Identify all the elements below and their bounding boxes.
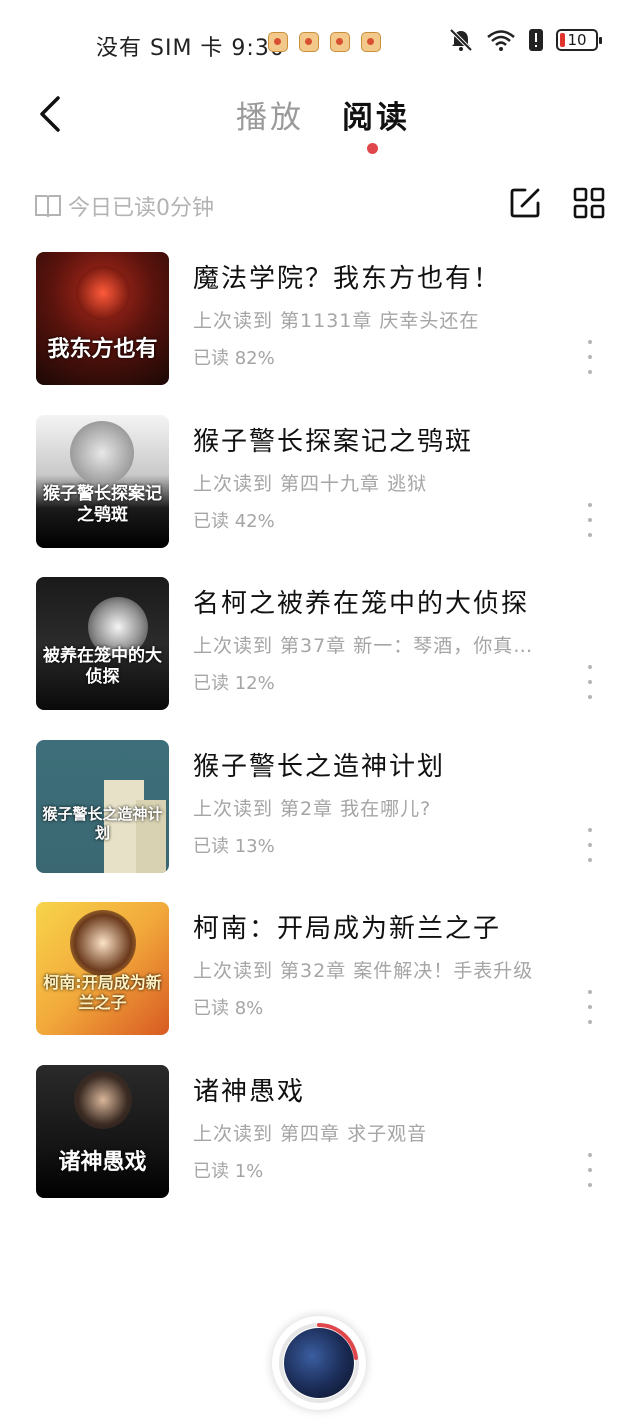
battery-indicator: 10: [556, 29, 602, 51]
notification-app-icon: [361, 32, 381, 52]
cover-art: [70, 910, 136, 976]
book-progress: 已读 12%: [193, 673, 275, 694]
book-item[interactable]: 猴子警长探案记之鸮斑 猴子警长探案记之鸮斑 上次读到 第四十九章 逃狱 已读 4…: [0, 414, 640, 578]
book-title: 柯南：开局成为新兰之子: [193, 914, 502, 944]
tab-play[interactable]: 播放: [236, 92, 304, 137]
book-list: 我东方也有 魔法学院？我东方也有！ 上次读到 第1131章 庆幸头还在 已读 8…: [0, 252, 640, 1227]
status-bar: 没有 SIM 卡 9:30 10: [0, 0, 640, 88]
book-item[interactable]: 我东方也有 魔法学院？我东方也有！ 上次读到 第1131章 庆幸头还在 已读 8…: [0, 252, 640, 415]
mini-player-button[interactable]: [272, 1316, 366, 1410]
book-item[interactable]: 被养在笼中的大侦探 名柯之被养在笼中的大侦探 上次读到 第37章 新一：琴酒，你…: [0, 577, 640, 740]
cover-title: 诸神愚戏: [58, 1149, 147, 1175]
book-cover: 我东方也有: [36, 252, 169, 385]
book-progress: 已读 82%: [193, 348, 275, 369]
active-tab-indicator: [367, 143, 378, 154]
status-app-icons: [268, 32, 381, 52]
book-last-read: 上次读到 第1131章 庆幸头还在: [193, 310, 480, 332]
book-cover: 被养在笼中的大侦探: [36, 577, 169, 710]
book-title: 诸神愚戏: [193, 1076, 306, 1107]
alert-icon: [529, 29, 543, 51]
book-item[interactable]: 猴子警长之造神计划 猴子警长之造神计划 上次读到 第2章 我在哪儿? 已读 13…: [0, 739, 640, 903]
status-indicators: 10: [448, 28, 602, 52]
notification-app-icon: [330, 32, 350, 52]
cover-art: [74, 1070, 132, 1129]
book-progress: 已读 42%: [193, 510, 275, 532]
book-open-icon: [35, 195, 61, 218]
tab-read[interactable]: 阅读: [342, 92, 410, 137]
book-item[interactable]: 诸神愚戏 诸神愚戏 上次读到 第四章 求子观音 已读 1%: [0, 1064, 640, 1228]
cover-title: 我东方也有: [47, 337, 158, 362]
book-title: 猴子警长探案记之鸮斑: [193, 426, 474, 457]
book-cover: 诸神愚戏: [36, 1064, 169, 1198]
notification-app-icon: [299, 32, 319, 52]
status-carrier-time: 没有 SIM 卡 9:30: [96, 36, 285, 61]
more-options-button[interactable]: [583, 990, 597, 1024]
cover-title: 猴子警长之造神计划: [42, 804, 163, 842]
book-last-read: 上次读到 第2章 我在哪儿?: [193, 797, 432, 820]
more-options-button[interactable]: [583, 340, 597, 374]
cover-title: 被养在笼中的大侦探: [43, 646, 162, 687]
book-item[interactable]: 柯南:开局成为新兰之子 柯南：开局成为新兰之子 上次读到 第32章 案件解决！手…: [0, 902, 640, 1065]
more-options-button[interactable]: [583, 665, 597, 699]
more-options-button[interactable]: [583, 827, 597, 862]
book-progress: 已读 13%: [193, 835, 275, 857]
book-last-read: 上次读到 第四章 求子观音: [193, 1122, 428, 1145]
book-last-read: 上次读到 第32章 案件解决！手表升级: [193, 960, 534, 982]
battery-level: 10: [567, 31, 587, 49]
edit-button[interactable]: [508, 186, 542, 220]
book-last-read: 上次读到 第四十九章 逃狱: [193, 472, 428, 495]
back-button[interactable]: [30, 92, 74, 136]
today-read-stat: 今日已读0分钟: [34, 190, 214, 222]
wifi-icon: [487, 30, 515, 51]
cover-art: [76, 266, 130, 320]
today-read-label: 今日已读0分钟: [68, 196, 214, 221]
book-last-read: 上次读到 第37章 新一：琴酒，你真…: [193, 635, 534, 657]
more-options-button[interactable]: [583, 502, 597, 537]
notification-app-icon: [268, 32, 288, 52]
book-progress: 已读 1%: [193, 1160, 264, 1182]
cover-title: 柯南:开局成为新兰之子: [43, 973, 162, 1012]
book-title: 猴子警长之造神计划: [193, 751, 446, 782]
cover-title: 猴子警长探案记之鸮斑: [43, 483, 162, 525]
book-progress: 已读 8%: [193, 998, 264, 1019]
cover-art: [70, 420, 134, 485]
bell-muted-icon: [449, 28, 473, 52]
book-cover: 柯南:开局成为新兰之子: [36, 902, 169, 1035]
more-options-button[interactable]: [583, 1152, 597, 1187]
grid-view-button[interactable]: [572, 186, 606, 220]
book-title: 名柯之被养在笼中的大侦探: [193, 589, 530, 619]
book-cover: 猴子警长探案记之鸮斑: [36, 414, 169, 548]
book-title: 魔法学院？我东方也有！: [193, 264, 502, 294]
player-progress-ring: [279, 1323, 359, 1403]
book-cover: 猴子警长之造神计划: [36, 739, 169, 873]
